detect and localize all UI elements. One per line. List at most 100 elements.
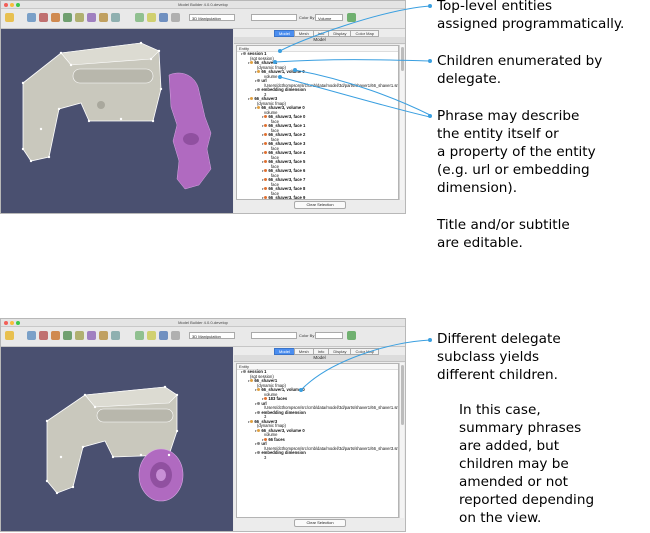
visibility-icon[interactable]	[250, 379, 254, 383]
visibility-icon[interactable]	[257, 70, 261, 74]
manipulation-mode-select[interactable]: 3D Manipulation	[189, 332, 235, 339]
visibility-icon[interactable]	[257, 410, 261, 414]
tree-row[interactable]: ▾ 66_shaver3, face 9	[237, 195, 398, 199]
window-titlebar: Model Builder 4.0.0-develop	[1, 319, 405, 327]
axis-x-icon[interactable]	[39, 331, 48, 340]
open-file-icon[interactable]	[5, 13, 14, 22]
color-map-icon[interactable]	[347, 331, 356, 340]
visibility-icon[interactable]	[243, 370, 247, 374]
manipulation-mode-select[interactable]: 3D Manipulation	[189, 14, 235, 21]
entity-tree[interactable]: Entity ▾ session 1 (sgt session) ▾ 66_shav…	[236, 45, 399, 200]
visibility-icon[interactable]	[264, 133, 268, 137]
rotate-icon[interactable]	[87, 331, 96, 340]
representation-select[interactable]	[251, 332, 297, 339]
entity-tree[interactable]: Entity ▾ session 1 (sgt session) ▾ 66_shav…	[236, 363, 399, 518]
visibility-icon[interactable]	[264, 142, 268, 146]
tab-color-map[interactable]: Color Map	[350, 30, 379, 37]
tab-model[interactable]: Model	[274, 30, 295, 37]
scrollbar-thumb[interactable]	[400, 365, 404, 425]
rotate-icon[interactable]	[87, 13, 96, 22]
leader-dot	[428, 338, 432, 342]
tab-mesh[interactable]: Mesh	[293, 30, 314, 37]
pick-icon[interactable]	[147, 13, 156, 22]
pick-icon[interactable]	[147, 331, 156, 340]
open-file-icon[interactable]	[5, 331, 14, 340]
view-icon[interactable]	[75, 13, 84, 22]
tab-info[interactable]: Info	[312, 348, 330, 355]
window-controls[interactable]	[4, 2, 20, 7]
visibility-icon[interactable]	[250, 97, 254, 101]
filter-icon[interactable]	[159, 331, 168, 340]
visibility-icon[interactable]	[243, 52, 247, 56]
tree-row-label: embedding dimension	[261, 409, 306, 415]
tree-row-subtitle: 3	[264, 454, 267, 460]
orient-icon[interactable]	[99, 13, 108, 22]
visibility-icon[interactable]	[257, 388, 261, 392]
visibility-icon[interactable]	[257, 401, 261, 405]
zoom-icon[interactable]	[16, 320, 20, 325]
minimize-icon[interactable]	[10, 2, 14, 7]
visibility-icon[interactable]	[264, 169, 268, 173]
close-icon[interactable]	[4, 2, 8, 7]
visibility-icon[interactable]	[264, 115, 268, 119]
clear-selection-button[interactable]: Clear Selection	[294, 201, 346, 209]
color-by-select[interactable]: Volume	[315, 14, 343, 21]
tab-info[interactable]: Info	[312, 30, 330, 37]
visibility-icon[interactable]	[257, 428, 261, 432]
visibility-icon[interactable]	[257, 442, 261, 446]
orient-icon[interactable]	[99, 331, 108, 340]
minimize-icon[interactable]	[10, 320, 14, 325]
tab-mesh[interactable]: Mesh	[293, 348, 314, 355]
window-controls[interactable]	[4, 320, 20, 325]
scrollbar-thumb[interactable]	[400, 47, 404, 71]
close-icon[interactable]	[4, 320, 8, 325]
representation-select[interactable]	[251, 14, 297, 21]
panel-title: Model	[234, 37, 405, 44]
color-map-icon[interactable]	[347, 13, 356, 22]
leader-dot	[428, 114, 432, 118]
view-icon[interactable]	[75, 331, 84, 340]
axis-y-icon[interactable]	[51, 331, 60, 340]
visibility-icon[interactable]	[257, 106, 261, 110]
visibility-icon[interactable]	[250, 61, 254, 65]
tab-model[interactable]: Model	[274, 348, 295, 355]
visibility-icon[interactable]	[257, 79, 261, 83]
visibility-icon[interactable]	[257, 88, 261, 92]
tab-display[interactable]: Display	[328, 30, 352, 37]
filter-icon[interactable]	[159, 13, 168, 22]
scrollbar[interactable]	[399, 363, 404, 518]
grid-icon[interactable]	[171, 13, 180, 22]
callout-summary: In this case, summary phrases are added,…	[459, 402, 595, 526]
visibility-icon[interactable]	[264, 187, 268, 191]
render-viewport[interactable]	[1, 29, 233, 213]
axis-z-icon[interactable]	[63, 13, 72, 22]
zoom-icon[interactable]	[16, 2, 20, 7]
side-panel: Model Mesh Info Display Color Map Model …	[234, 347, 405, 531]
clear-selection-button[interactable]: Clear Selection	[294, 519, 346, 527]
axis-x-icon[interactable]	[39, 13, 48, 22]
camera-icon[interactable]	[111, 13, 120, 22]
visibility-icon[interactable]	[264, 178, 268, 182]
axis-z-icon[interactable]	[63, 331, 72, 340]
axis-y-icon[interactable]	[51, 13, 60, 22]
color-by-select[interactable]	[315, 332, 343, 339]
tree-rows: ▾ session 1 (sgt session) ▾ 66_shaver1 (dyn…	[237, 369, 398, 460]
scrollbar[interactable]	[399, 45, 404, 200]
visibility-icon[interactable]	[264, 124, 268, 128]
render-viewport[interactable]	[1, 347, 233, 531]
grid-icon[interactable]	[171, 331, 180, 340]
visibility-icon[interactable]	[264, 151, 268, 155]
camera-icon[interactable]	[111, 331, 120, 340]
reset-camera-icon[interactable]	[27, 331, 36, 340]
tab-color-map[interactable]: Color Map	[350, 348, 379, 355]
visibility-icon[interactable]	[250, 419, 254, 423]
selection-icon[interactable]	[135, 331, 144, 340]
visibility-icon[interactable]	[257, 451, 261, 455]
tree-row-label: 183 faces	[268, 396, 288, 401]
visibility-icon[interactable]	[264, 196, 268, 199]
visibility-icon[interactable]	[264, 160, 268, 164]
tab-display[interactable]: Display	[328, 348, 352, 355]
side-panel: Model Mesh Info Display Color Map Model …	[234, 29, 405, 213]
reset-camera-icon[interactable]	[27, 13, 36, 22]
selection-icon[interactable]	[135, 13, 144, 22]
